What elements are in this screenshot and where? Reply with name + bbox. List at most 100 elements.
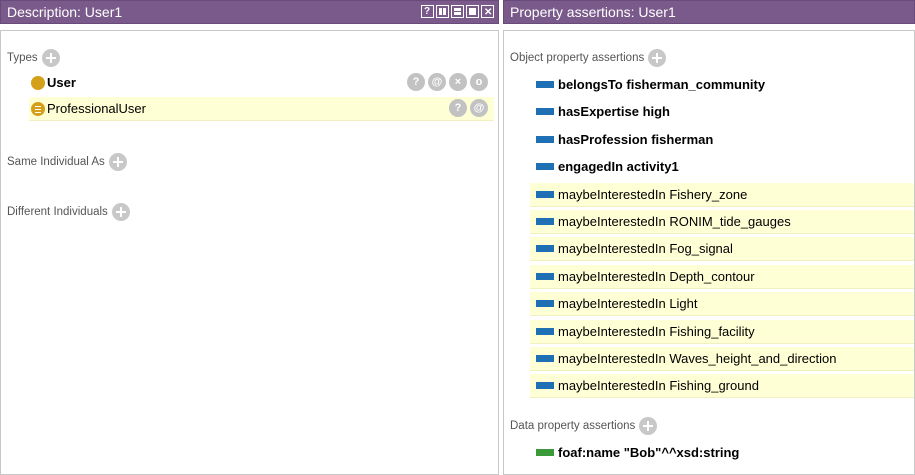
object-property-row[interactable]: maybeInterestedIn Fishing_facility [530,319,914,344]
property-value: activity1 [626,159,679,175]
annotate-button[interactable]: @ [428,73,446,91]
explain-button[interactable]: ? [449,99,467,117]
object-property-row[interactable]: hasProfession fisherman [530,128,914,152]
property-assertions-titlebar: Property assertions: User1 [503,0,915,24]
object-property-icon [536,108,554,116]
type-label: User [47,75,76,90]
object-property-row[interactable]: engagedIn activity1 [530,155,914,179]
property-assertions-panel: Property assertions: User1 Object proper… [503,0,915,475]
object-property-icon [536,163,554,171]
add-type-button[interactable] [41,49,60,67]
data-property-section: Data property assertions [510,417,658,435]
add-same-individual-button[interactable] [108,153,127,171]
type-label: ProfessionalUser [47,101,146,116]
object-property-icon [536,135,554,143]
property-value: Fishing_facility [669,323,755,339]
minimize-icon[interactable] [451,5,464,18]
property-name: maybeInterestedIn [558,378,666,394]
class-icon [31,102,45,116]
object-property-row[interactable]: maybeInterestedIn Light [530,292,914,317]
object-property-icon [536,218,554,225]
assertion-text: maybeInterestedIn Light [558,292,698,316]
object-property-row[interactable]: maybeInterestedIn Fog_signal [530,237,914,262]
add-different-individual-button[interactable] [111,203,130,221]
object-property-icon [536,190,554,198]
row-actions: ? @ × o [407,73,488,91]
assertion-text: maybeInterestedIn Fog_signal [558,237,733,261]
assertion-text: maybeInterestedIn Waves_height_and_direc… [558,347,837,371]
property-name: maybeInterestedIn [558,214,666,229]
object-property-label: Object property assertions [510,52,645,64]
different-individuals-section: Different Individuals [7,203,130,221]
type-row-professionaluser[interactable]: ProfessionalUser ? @ [29,97,494,121]
description-panel: Description: User1 ? ✕ Types User ? @ × … [0,0,499,475]
object-property-row[interactable]: maybeInterestedIn Waves_height_and_direc… [530,347,914,371]
property-value: Fishing_ground [669,378,759,394]
add-object-property-button[interactable] [648,49,667,67]
property-name: maybeInterestedIn [558,268,666,284]
object-property-row[interactable]: maybeInterestedIn Fishing_ground [530,374,914,399]
property-value: high [642,104,670,120]
delete-button[interactable]: × [449,73,467,91]
property-value: "Bob"^^xsd:string [623,445,740,460]
object-property-icon [536,300,554,308]
property-value: RONIM_tide_gauges [669,214,791,229]
property-value: Waves_height_and_direction [669,351,837,366]
same-individual-label: Same Individual As [7,156,105,168]
class-icon [31,76,45,90]
object-property-row[interactable]: maybeInterestedIn Depth_contour [530,264,914,289]
assertion-text: belongsTo fisherman_community [558,73,765,97]
split-icon[interactable] [436,5,449,18]
property-assertions-title: Property assertions: User1 [510,4,676,20]
assertion-text: hasProfession fisherman [558,128,713,152]
object-property-row[interactable]: maybeInterestedIn Fishery_zone [530,182,914,207]
assertion-text: engagedIn activity1 [558,155,679,179]
edit-button[interactable]: o [470,73,488,91]
object-property-row[interactable]: belongsTo fisherman_community [530,73,914,97]
property-value: Fishery_zone [669,186,748,202]
object-property-section: Object property assertions [510,49,667,67]
different-individuals-label: Different Individuals [7,206,108,218]
property-value: Depth_contour [669,268,755,284]
assertion-text: maybeInterestedIn Fishery_zone [558,183,747,207]
object-property-icon [536,355,554,362]
property-value: fisherman [651,131,714,147]
object-property-icon [536,245,554,253]
data-property-row[interactable]: foaf:name "Bob"^^xsd:string [530,441,914,465]
help-icon[interactable]: ? [421,5,434,18]
property-name: foaf:name [558,445,621,460]
property-name: engagedIn [558,159,624,175]
same-individual-section: Same Individual As [7,153,127,171]
assertion-text: maybeInterestedIn RONIM_tide_gauges [558,210,791,234]
explain-button[interactable]: ? [407,73,425,91]
property-value: fisherman_community [626,77,766,92]
type-row-user[interactable]: User ? @ × o [29,71,494,95]
annotate-button[interactable]: @ [470,99,488,117]
types-section: Types [7,49,60,67]
property-name: maybeInterestedIn [558,296,666,312]
property-assertions-body: Object property assertions belongsTo fis… [503,30,915,475]
assertion-text: maybeInterestedIn Fishing_ground [558,374,759,398]
titlebar-controls: ? ✕ [421,5,494,18]
add-data-property-button[interactable] [639,417,658,435]
close-icon[interactable]: ✕ [481,5,494,18]
property-name: hasProfession [558,131,648,147]
object-property-row[interactable]: maybeInterestedIn RONIM_tide_gauges [530,210,914,234]
row-actions: ? @ [449,99,488,117]
description-title: Description: User1 [7,4,123,20]
object-property-row[interactable]: hasExpertise high [530,100,914,124]
description-body: Types User ? @ × o ProfessionalUser ? @ [0,30,499,475]
description-titlebar: Description: User1 ? ✕ [0,0,499,24]
maximize-icon[interactable] [466,5,479,18]
property-value: Light [669,296,698,312]
assertion-text: maybeInterestedIn Depth_contour [558,265,755,289]
property-name: maybeInterestedIn [558,241,666,257]
assertion-text: hasExpertise high [558,100,670,124]
object-property-icon [536,81,554,88]
data-property-label: Data property assertions [510,420,636,432]
property-name: belongsTo [558,77,623,92]
assertion-text: foaf:name "Bob"^^xsd:string [558,441,739,465]
property-name: maybeInterestedIn [558,186,666,202]
data-property-icon [536,449,554,456]
property-name: maybeInterestedIn [558,351,666,366]
